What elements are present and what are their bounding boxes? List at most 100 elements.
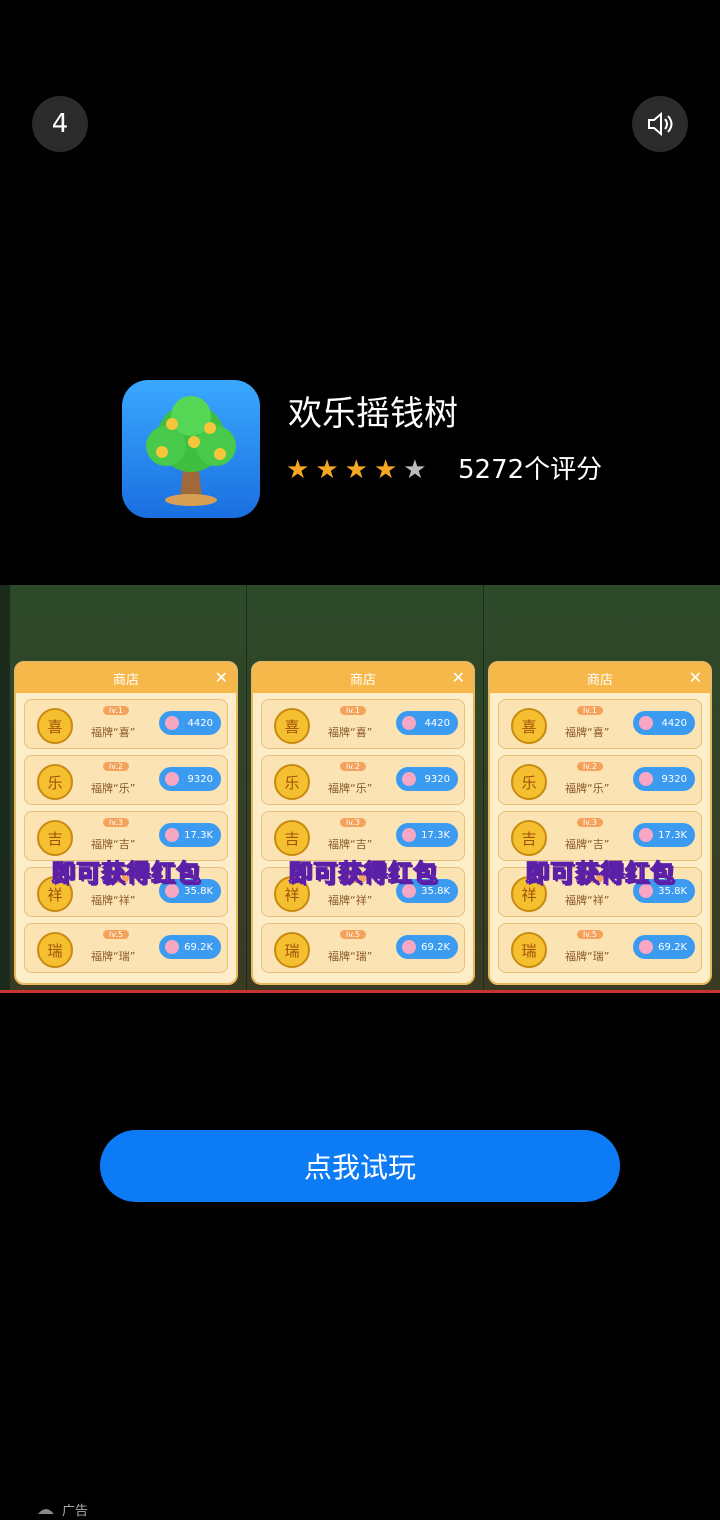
promo-overlay-text: 即可获得红包 — [288, 859, 438, 888]
item-level: lv.5 — [103, 930, 129, 939]
item-name: 福牌“喜” — [328, 726, 373, 739]
item-price-button: 4420 — [633, 711, 695, 735]
piggy-icon — [165, 940, 179, 954]
piggy-icon — [165, 772, 179, 786]
shop-dialog: 商店 ✕ 喜 lv.1 福牌“喜” 4420 乐 lv.2 福牌“乐” 9320 吉 lv.3 福牌“吉… — [14, 661, 238, 985]
item-price: 17.3K — [658, 829, 687, 841]
shop-item-row: 瑞 lv.5 福牌“瑞” 69.2K — [24, 923, 228, 973]
piggy-icon — [402, 828, 416, 842]
medal-icon: 乐 — [274, 764, 310, 800]
shop-header: 商店 ✕ — [16, 663, 236, 693]
item-level: lv.2 — [103, 762, 129, 771]
item-price-button: 69.2K — [159, 935, 221, 959]
item-name: 福牌“吉” — [328, 838, 373, 851]
shop-dialog: 商店 ✕ 喜 lv.1 福牌“喜” 4420 乐 lv.2 福牌“乐” 9320 吉 lv.3 福牌“吉… — [488, 661, 712, 985]
item-price: 4420 — [187, 717, 213, 729]
sound-toggle-button[interactable] — [632, 96, 688, 152]
item-name: 福牌“瑞” — [328, 950, 373, 963]
item-price: 9320 — [424, 773, 450, 785]
rating-count: 5272个评分 — [458, 455, 603, 485]
item-name: 福牌“瑞” — [565, 950, 610, 963]
shop-item-row: 乐 lv.2 福牌“乐” 9320 — [498, 755, 702, 805]
item-level: lv.1 — [340, 706, 366, 715]
game-preview-strip[interactable]: 商店 ✕ 喜 lv.1 福牌“喜” 4420 乐 lv.2 福牌“乐” 9320 吉 lv.3 福牌“吉… — [0, 585, 720, 993]
app-name: 欢乐摇钱树 — [288, 394, 458, 434]
close-icon: ✕ — [451, 668, 465, 687]
item-level: lv.2 — [340, 762, 366, 771]
item-price: 69.2K — [184, 941, 213, 953]
piggy-icon — [402, 716, 416, 730]
rating-stars: ★ ★ ★ ★ ★ — [286, 452, 427, 488]
piggy-icon — [165, 716, 179, 730]
shop-header: 商店 ✕ — [253, 663, 473, 693]
item-price: 69.2K — [658, 941, 687, 953]
medal-icon: 乐 — [37, 764, 73, 800]
preview-panel: 商店 ✕ 喜 lv.1 福牌“喜” 4420 乐 lv.2 福牌“乐” 9320 吉 lv.3 福牌“吉… — [10, 585, 246, 990]
medal-icon: 瑞 — [511, 932, 547, 968]
medal-icon: 喜 — [37, 708, 73, 744]
ad-label: 广告 — [36, 1500, 88, 1519]
piggy-icon — [639, 772, 653, 786]
promo-overlay-text: 即可获得红包 — [525, 859, 675, 888]
shop-item-row: 瑞 lv.5 福牌“瑞” 69.2K — [498, 923, 702, 973]
shop-item-row: 乐 lv.2 福牌“乐” 9320 — [24, 755, 228, 805]
item-level: lv.3 — [340, 818, 366, 827]
item-price-button: 4420 — [396, 711, 458, 735]
item-price: 9320 — [661, 773, 687, 785]
piggy-icon — [402, 772, 416, 786]
shop-item-row: 喜 lv.1 福牌“喜” 4420 — [261, 699, 465, 749]
promo-overlay-text: 即可获得红包 — [51, 859, 201, 888]
medal-icon: 乐 — [511, 764, 547, 800]
piggy-icon — [639, 828, 653, 842]
item-price-button: 9320 — [159, 767, 221, 791]
preview-panel: 商店 ✕ 喜 lv.1 福牌“喜” 4420 乐 lv.2 福牌“乐” 9320 吉 lv.3 福牌“吉… — [247, 585, 483, 990]
item-level: lv.5 — [577, 930, 603, 939]
medal-icon: 吉 — [37, 820, 73, 856]
star-icon: ★ — [315, 455, 339, 485]
item-price-button: 17.3K — [396, 823, 458, 847]
item-price-button: 17.3K — [159, 823, 221, 847]
item-price-button: 69.2K — [396, 935, 458, 959]
medal-icon: 吉 — [511, 820, 547, 856]
item-name: 福牌“喜” — [565, 726, 610, 739]
piggy-icon — [639, 716, 653, 730]
item-price: 17.3K — [184, 829, 213, 841]
item-level: lv.3 — [577, 818, 603, 827]
medal-icon: 瑞 — [274, 932, 310, 968]
try-play-button[interactable]: 点我试玩 — [100, 1130, 620, 1202]
item-price: 17.3K — [421, 829, 450, 841]
medal-icon: 瑞 — [37, 932, 73, 968]
half-star-icon: ★ — [403, 455, 427, 485]
item-price-button: 69.2K — [633, 935, 695, 959]
shop-header: 商店 ✕ — [490, 663, 710, 693]
item-name: 福牌“瑞” — [91, 950, 136, 963]
app-icon[interactable] — [122, 380, 260, 518]
star-icon: ★ — [344, 455, 368, 485]
shop-title: 商店 — [112, 672, 139, 688]
medal-icon: 喜 — [511, 708, 547, 744]
item-level: lv.2 — [577, 762, 603, 771]
shop-item-row: 乐 lv.2 福牌“乐” 9320 — [261, 755, 465, 805]
item-level: lv.1 — [577, 706, 603, 715]
item-level: lv.3 — [103, 818, 129, 827]
star-icon: ★ — [286, 455, 310, 485]
money-tree-icon — [146, 396, 236, 506]
item-name: 福牌“祥” — [565, 894, 610, 907]
close-icon: ✕ — [688, 668, 702, 687]
item-name: 福牌“祥” — [328, 894, 373, 907]
item-name: 福牌“吉” — [91, 838, 136, 851]
piggy-icon — [402, 940, 416, 954]
item-name: 福牌“祥” — [91, 894, 136, 907]
medal-icon: 喜 — [274, 708, 310, 744]
shop-dialog: 商店 ✕ 喜 lv.1 福牌“喜” 4420 乐 lv.2 福牌“乐” 9320 吉 lv.3 福牌“吉… — [251, 661, 475, 985]
preview-panel: 商店 ✕ 喜 lv.1 福牌“喜” 4420 乐 lv.2 福牌“乐” 9320 吉 lv.3 福牌“吉… — [484, 585, 720, 990]
item-price: 4420 — [661, 717, 687, 729]
item-name: 福牌“乐” — [565, 782, 610, 795]
item-price: 69.2K — [421, 941, 450, 953]
item-price: 9320 — [187, 773, 213, 785]
item-price-button: 9320 — [633, 767, 695, 791]
shop-title: 商店 — [349, 672, 376, 688]
item-price-button: 9320 — [396, 767, 458, 791]
countdown-timer: 4 — [32, 96, 88, 152]
item-name: 福牌“喜” — [91, 726, 136, 739]
